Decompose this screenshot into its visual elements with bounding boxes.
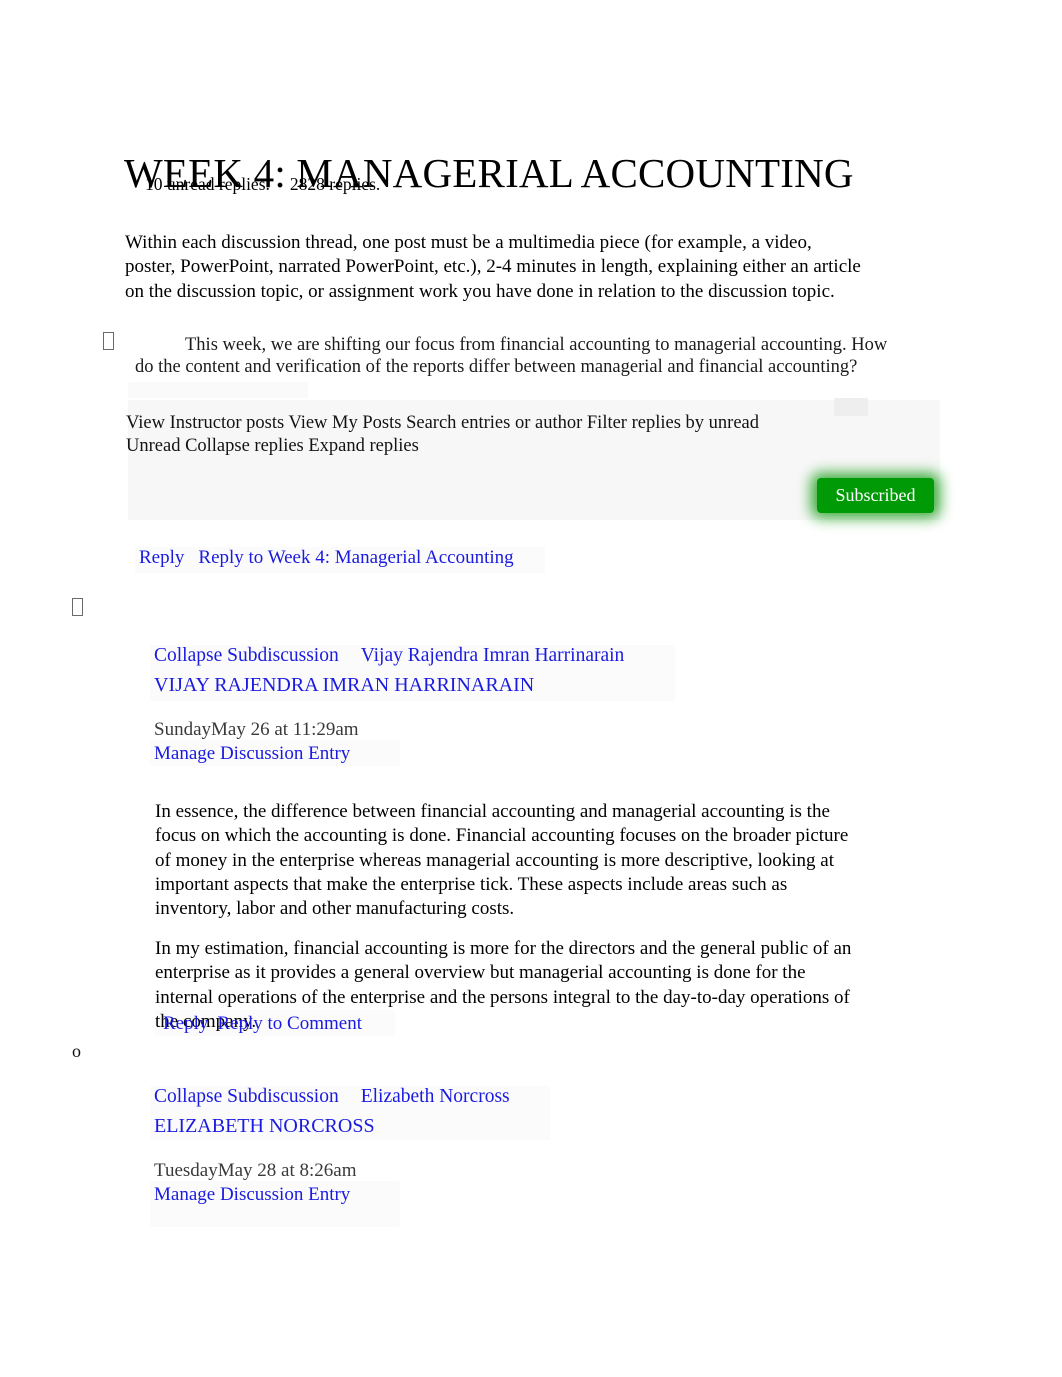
subscribe-button-wrapper[interactable]: Subscribed xyxy=(811,473,940,518)
toolbar-line-1[interactable]: View Instructor posts View My Posts Sear… xyxy=(126,412,826,435)
reply-link[interactable]: Reply xyxy=(139,547,184,568)
discussion-toolbar: View Instructor posts View My Posts Sear… xyxy=(126,412,826,457)
reply-counts: 10 unread replies. 2828 replies. xyxy=(145,173,380,195)
entry-1-body-paragraph-1: In essence, the difference between finan… xyxy=(155,801,849,920)
manage-entry-row-1: Manage Discussion Entry xyxy=(154,742,350,766)
entry-reply-link-1[interactable]: Reply xyxy=(163,1013,208,1034)
collapse-subdiscussion-link-2[interactable]: Collapse Subdiscussion xyxy=(154,1086,339,1107)
bullet-box-icon xyxy=(103,332,114,350)
entry-1-header: Collapse Subdiscussion Vijay Rajendra Imr… xyxy=(154,643,624,668)
reply-to-comment-link-1[interactable]: Reply to Comment xyxy=(217,1013,362,1034)
ghost-artifact-b xyxy=(834,398,868,416)
unread-replies-count: 10 unread replies. xyxy=(145,174,270,194)
prompt-list-item: This week, we are shifting our focus fro… xyxy=(103,332,893,378)
manage-discussion-entry-link-2[interactable]: Manage Discussion Entry xyxy=(154,1184,350,1205)
entry-bullet-icon xyxy=(72,598,83,619)
manage-discussion-entry-link-1[interactable]: Manage Discussion Entry xyxy=(154,743,350,764)
total-replies-count: 2828 replies. xyxy=(289,174,381,194)
subscribed-button[interactable]: Subscribed xyxy=(817,478,934,513)
ghost-artifact-a xyxy=(128,382,308,398)
collapse-subdiscussion-link-1[interactable]: Collapse Subdiscussion xyxy=(154,645,339,666)
author-display-name-2: ELIZABETH NORCROSS xyxy=(154,1115,375,1137)
prompt-text: This week, we are shifting our focus fro… xyxy=(135,334,888,377)
discussion-page: WEEK 4: MANAGERIAL ACCOUNTING 10 unread … xyxy=(0,0,1062,1377)
entry-1-reply-row: Reply Reply to Comment xyxy=(163,1012,362,1036)
sub-entry-bullet-marker: o xyxy=(72,1041,81,1061)
toolbar-line-2[interactable]: Unread Collapse replies Expand replies xyxy=(126,435,826,458)
intro-paragraph: Within each discussion thread, one post … xyxy=(125,232,861,302)
author-link-1[interactable]: Vijay Rajendra Imran Harrinarain xyxy=(361,645,625,666)
reply-to-topic-link[interactable]: Reply to Week 4: Managerial Accounting xyxy=(198,547,513,568)
author-link-2[interactable]: Elizabeth Norcross xyxy=(361,1086,510,1107)
author-display-name-1: VIJAY RAJENDRA IMRAN HARRINARAIN xyxy=(154,674,535,696)
entry-2-header: Collapse Subdiscussion Elizabeth Norcross xyxy=(154,1084,510,1109)
entry-timestamp-1: SundayMay 26 at 11:29am xyxy=(154,719,359,740)
topic-reply-row: Reply Reply to Week 4: Managerial Account… xyxy=(139,546,514,570)
manage-entry-row-2: Manage Discussion Entry xyxy=(154,1183,350,1207)
entry-timestamp-2: TuesdayMay 28 at 8:26am xyxy=(154,1160,357,1181)
